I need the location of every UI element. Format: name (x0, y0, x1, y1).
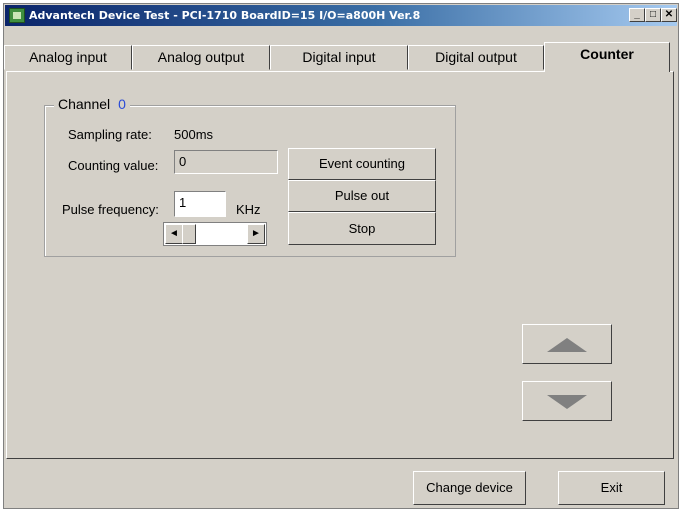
title-bar[interactable]: Advantech Device Test - PCI-1710 BoardID… (5, 5, 677, 26)
tab-counter[interactable]: Counter (544, 42, 670, 72)
counting-value-label: Counting value: (68, 158, 159, 173)
pulse-frequency-label: Pulse frequency: (62, 202, 159, 217)
scroll-right-icon[interactable]: ► (247, 224, 265, 244)
down-button[interactable] (522, 381, 612, 421)
scroll-thumb[interactable] (182, 224, 196, 244)
up-arrow-icon (547, 338, 587, 352)
minimize-button[interactable]: _ (629, 8, 645, 22)
sampling-rate-value: 500ms (174, 127, 214, 142)
close-button[interactable]: ✕ (661, 8, 677, 22)
window-title: Advantech Device Test - PCI-1710 BoardID… (29, 9, 421, 22)
change-device-button[interactable]: Change device (413, 471, 526, 505)
channel-label: Channel (58, 96, 111, 112)
event-counting-button[interactable]: Event counting (288, 148, 436, 180)
sampling-rate-label: Sampling rate: (68, 127, 152, 142)
pulse-frequency-scrollbar[interactable]: ◄ ► (163, 222, 267, 246)
exit-button[interactable]: Exit (558, 471, 665, 505)
counting-value-field: 0 (174, 150, 278, 174)
channel-value[interactable]: 0 (118, 96, 126, 112)
tab-analog-input[interactable]: Analog input (4, 45, 132, 70)
stop-button[interactable]: Stop (288, 212, 436, 245)
up-button[interactable] (522, 324, 612, 364)
pulse-unit-label: KHz (236, 202, 261, 217)
tab-digital-input[interactable]: Digital input (270, 45, 408, 70)
maximize-button[interactable]: □ (645, 8, 661, 22)
channel-group-title: Channel 0 (54, 96, 130, 112)
pulse-frequency-input[interactable]: 1 (174, 191, 226, 217)
tab-strip: Analog input Analog output Digital input… (4, 42, 670, 72)
down-arrow-icon (547, 395, 587, 409)
tab-analog-output[interactable]: Analog output (132, 45, 270, 70)
tab-digital-output[interactable]: Digital output (408, 45, 544, 70)
app-icon (9, 8, 25, 23)
pulse-out-button[interactable]: Pulse out (288, 180, 436, 212)
scroll-left-icon[interactable]: ◄ (165, 224, 183, 244)
